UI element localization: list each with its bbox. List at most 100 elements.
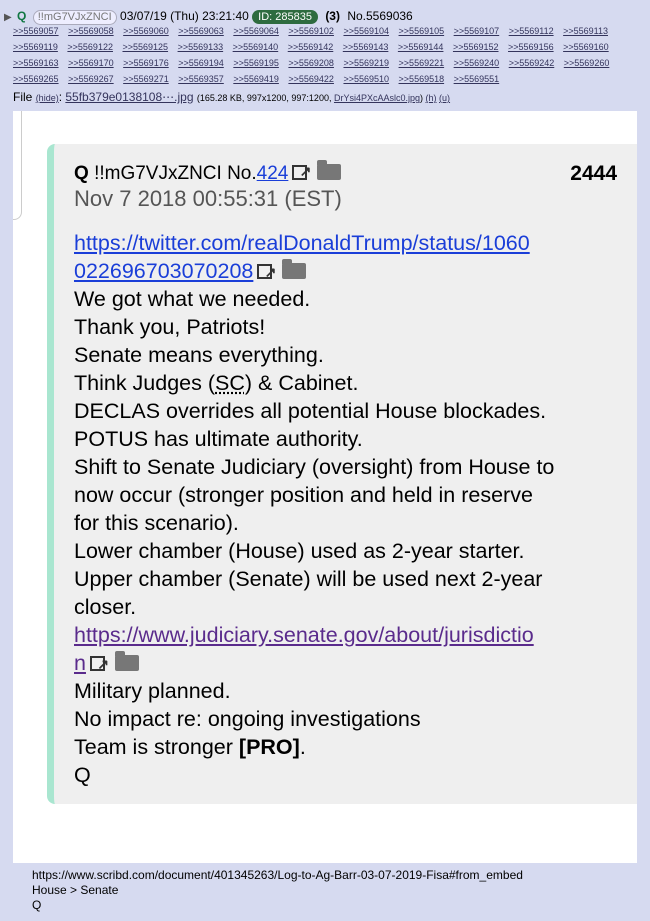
backlink[interactable]: >>5569122 xyxy=(67,42,113,52)
hide-link[interactable]: (hide) xyxy=(36,93,59,103)
backlink[interactable]: >>5569104 xyxy=(343,26,389,36)
text-line: Think Judges (SC) & Cabinet. xyxy=(74,369,634,397)
backlink[interactable]: >>5569160 xyxy=(563,42,609,52)
u-link[interactable]: (u) xyxy=(439,93,450,103)
card-no-link: 424 xyxy=(256,163,289,184)
text-line: Lower chamber (House) used as 2-year sta… xyxy=(74,539,525,563)
backlink[interactable]: >>5569140 xyxy=(233,42,279,52)
text-line: Military planned. xyxy=(74,679,231,703)
collapse-toggle-icon[interactable]: ▶ xyxy=(4,12,12,23)
backlink[interactable]: >>5569060 xyxy=(123,26,169,36)
poster-id-badge[interactable]: ID: 285835 xyxy=(252,10,318,24)
backlink[interactable]: >>5569240 xyxy=(454,58,500,68)
twitter-link: https://twitter.com/realDonaldTrump/stat… xyxy=(74,231,530,255)
post-body: https://www.scribd.com/document/40134526… xyxy=(32,868,523,913)
card-trip: !!mG7VJxZNCI xyxy=(94,163,222,184)
backlink[interactable]: >>5569144 xyxy=(398,42,444,52)
text-line: Senate means everything. xyxy=(74,343,324,367)
backlink[interactable]: >>5569119 xyxy=(13,42,58,52)
file-label: File xyxy=(13,90,33,104)
text-line: Upper chamber (Senate) will be used next… xyxy=(74,567,543,591)
file-meta: (165.28 KB, 997x1200, 997:1200, xyxy=(196,93,332,103)
drop-text: https://twitter.com/realDonaldTrump/stat… xyxy=(74,229,634,789)
text-line: closer. xyxy=(74,595,137,619)
card-no-label: No. xyxy=(227,163,257,184)
sc-abbr: SC xyxy=(215,371,245,395)
backlink[interactable]: >>5569221 xyxy=(399,58,445,68)
text-line: for this scenario). xyxy=(74,511,239,535)
pro-tag: [PRO] xyxy=(238,735,300,759)
backlink[interactable]: >>5569219 xyxy=(343,58,389,68)
attached-image[interactable]: Q !!mG7VJxZNCI No.424 2444 Nov 7 2018 00… xyxy=(13,111,637,863)
backlink[interactable]: >>5569102 xyxy=(288,26,334,36)
card-header: Q !!mG7VJxZNCI No.424 xyxy=(74,159,342,186)
backlink[interactable]: >>5569195 xyxy=(233,58,279,68)
h-link[interactable]: (h) xyxy=(426,93,437,103)
backlinks: >>5569057 >>5569058 >>5569060 >>5569063 … xyxy=(13,23,647,87)
backlink[interactable]: >>5569133 xyxy=(178,42,224,52)
text-segment: Team is stronger xyxy=(74,735,239,759)
post-datetime: 03/07/19 (Thu) 23:21:40 xyxy=(120,9,249,23)
backlink[interactable]: >>5569125 xyxy=(122,42,168,52)
backlink[interactable]: >>5569357 xyxy=(178,74,224,84)
backlink[interactable]: >>5569163 xyxy=(13,58,59,68)
post-number[interactable]: No.5569036 xyxy=(347,9,412,23)
external-link-icon xyxy=(89,650,109,678)
backlink[interactable]: >>5569208 xyxy=(288,58,334,68)
text-segment: ) & Cabinet. xyxy=(244,371,359,395)
backlink[interactable]: >>5569063 xyxy=(178,26,224,36)
backlink[interactable]: >>5569107 xyxy=(454,26,500,36)
backlink[interactable]: >>5569551 xyxy=(454,74,500,84)
text-segment: Think Judges ( xyxy=(74,371,216,395)
original-filename-link[interactable]: DrYsi4PXcAAslc0.jpg xyxy=(334,93,420,103)
backlink[interactable]: >>5569112 xyxy=(509,26,554,36)
backlink[interactable]: >>5569267 xyxy=(68,74,114,84)
backlink[interactable]: >>5569064 xyxy=(233,26,279,36)
text-line: We got what we needed. xyxy=(74,287,311,311)
text-line: DECLAS overrides all potential House blo… xyxy=(74,399,547,423)
folder-icon xyxy=(282,259,307,279)
drop-number: 2444 xyxy=(570,162,617,185)
backlink[interactable]: >>5569057 xyxy=(13,26,59,36)
card-author: Q xyxy=(74,163,89,184)
backlink[interactable]: >>5569156 xyxy=(508,42,554,52)
text-line: now occur (stronger position and held in… xyxy=(74,483,533,507)
poster-name: Q xyxy=(17,9,27,23)
text-line: Team is stronger [PRO]. xyxy=(74,733,634,761)
twitter-link-cont: 022696703070208 xyxy=(74,259,254,283)
backlink[interactable]: >>5569176 xyxy=(123,58,169,68)
backlink[interactable]: >>5569194 xyxy=(178,58,224,68)
backlink[interactable]: >>5569518 xyxy=(399,74,445,84)
file-link[interactable]: 55fb379e0138108⋯.jpg xyxy=(65,90,193,104)
image-border xyxy=(13,111,22,220)
text-segment: . xyxy=(299,735,306,759)
backlink[interactable]: >>5569419 xyxy=(233,74,279,84)
q-drop-card: Q !!mG7VJxZNCI No.424 2444 Nov 7 2018 00… xyxy=(47,144,637,804)
folder-icon xyxy=(114,651,139,671)
judiciary-link: https://www.judiciary.senate.gov/about/j… xyxy=(74,623,534,647)
backlink[interactable]: >>5569152 xyxy=(453,42,499,52)
backlink[interactable]: >>5569105 xyxy=(399,26,445,36)
external-link-icon xyxy=(292,159,311,183)
signature: Q xyxy=(74,763,91,787)
body-line: House > Senate xyxy=(32,883,119,897)
backlink[interactable]: >>5569143 xyxy=(343,42,389,52)
drop-date: Nov 7 2018 00:55:31 (EST) xyxy=(74,186,342,211)
text-line: POTUS has ultimate authority. xyxy=(74,427,363,451)
scribd-url[interactable]: https://www.scribd.com/document/40134526… xyxy=(32,868,523,883)
backlink[interactable]: >>5569265 xyxy=(13,74,59,84)
backlink[interactable]: >>5569271 xyxy=(123,74,169,84)
backlink[interactable]: >>5569113 xyxy=(563,26,608,36)
backlink[interactable]: >>5569510 xyxy=(343,74,389,84)
backlink[interactable]: >>5569170 xyxy=(68,58,114,68)
backlink[interactable]: >>5569260 xyxy=(564,58,610,68)
backlink[interactable]: >>5569142 xyxy=(288,42,334,52)
backlink[interactable]: >>5569058 xyxy=(68,26,114,36)
reply-count: (3) xyxy=(325,9,340,23)
file-info: File (hide): 55fb379e0138108⋯.jpg (165.2… xyxy=(13,90,451,104)
backlink[interactable]: >>5569422 xyxy=(288,74,334,84)
file-meta-close: ) xyxy=(420,93,424,103)
body-signature: Q xyxy=(32,898,42,912)
folder-icon xyxy=(317,160,342,180)
backlink[interactable]: >>5569242 xyxy=(509,58,555,68)
